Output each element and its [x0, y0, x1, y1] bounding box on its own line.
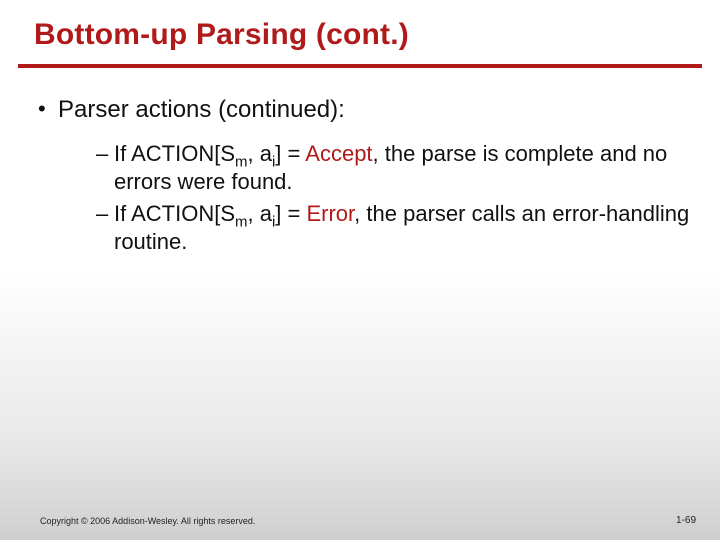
slide-title: Bottom-up Parsing (cont.) [0, 0, 720, 64]
text: ] = [275, 201, 306, 226]
text: , a [248, 201, 272, 226]
subscript: m [235, 214, 247, 231]
text: If ACTION[S [114, 201, 235, 226]
copyright: Copyright © 2006 Addison-Wesley. All rig… [40, 516, 255, 526]
text: If ACTION[S [114, 141, 235, 166]
slide-content: Parser actions (continued): If ACTION[Sm… [0, 68, 720, 257]
page-number: 1-69 [676, 515, 696, 526]
keyword-accept: Accept [305, 141, 372, 166]
text: , a [248, 141, 272, 166]
bullet-level2: If ACTION[Sm, ai] = Accept, the parse is… [96, 140, 692, 196]
subscript: m [235, 153, 247, 170]
bullet-level2: If ACTION[Sm, ai] = Error, the parser ca… [96, 200, 692, 256]
keyword-error: Error [306, 201, 354, 226]
bullet-level1: Parser actions (continued): [40, 96, 692, 124]
text: ] = [275, 141, 305, 166]
